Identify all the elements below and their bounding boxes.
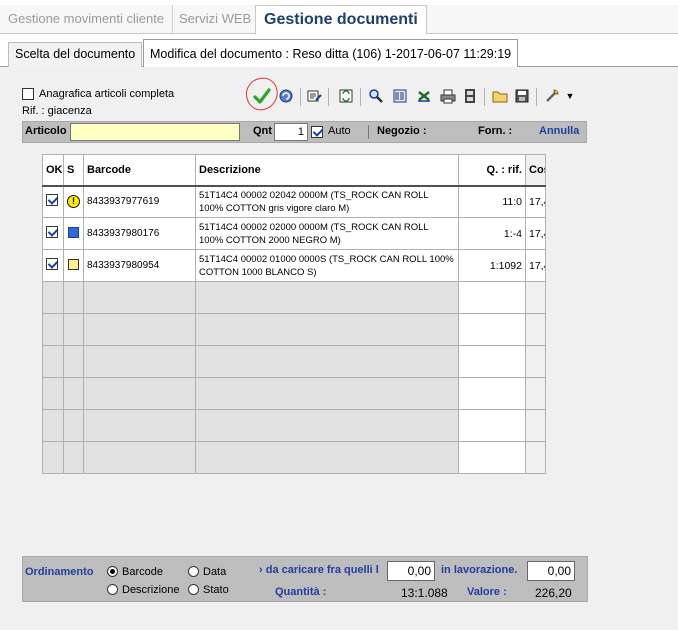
barcode-cell: 8433937980176 (83, 217, 196, 250)
quantita-label: Quantità : (275, 586, 327, 598)
top-tab-bar: Gestione movimenti cliente Servizi WEB G… (0, 5, 678, 35)
qnt-label: Qnt (253, 125, 272, 137)
col-descrizione[interactable]: Descrizione (195, 154, 459, 187)
radio-stato-label: Stato (203, 584, 229, 596)
tab-modifica-del-documento[interactable]: Modifica del documento : Reso ditta (106… (143, 39, 519, 68)
auto-label: Auto (328, 125, 351, 137)
description-cell: 51T14C4 00002 02042 0000M (TS_ROCK CAN R… (195, 185, 459, 218)
sub-tab-bar: Scelta del documento Modifica del docume… (0, 38, 678, 68)
costo-cell: 17,40 (525, 217, 546, 250)
scan-icon[interactable] (390, 86, 410, 106)
radio-data-label: Data (203, 566, 227, 578)
radio-barcode[interactable]: Barcode (107, 566, 163, 578)
valore-label: Valore : (467, 586, 507, 598)
empty-row (42, 281, 546, 314)
qrif-cell: 11:0 (458, 185, 526, 218)
anagrafica-checkbox-row[interactable]: Anagrafica articoli completa (22, 88, 174, 100)
tab-scelta-del-documento[interactable]: Scelta del documento (8, 42, 143, 67)
confirm-check-icon[interactable] (252, 86, 272, 106)
caricare-text: › da caricare fra quelli l (259, 564, 379, 576)
refresh-icon[interactable] (276, 86, 296, 106)
radio-descrizione-label: Descrizione (122, 584, 180, 596)
table-row[interactable]: ! 8433937977619 51T14C4 00002 02042 0000… (42, 185, 546, 218)
tab-gestione-documenti[interactable]: Gestione documenti (255, 5, 427, 35)
warning-icon: ! (67, 195, 80, 209)
barcode-cell: 8433937980954 (83, 249, 196, 282)
status-cell (63, 249, 84, 282)
auto-checkbox[interactable] (311, 126, 323, 138)
empty-row (42, 377, 546, 410)
toolbar: ▼ (246, 86, 586, 108)
col-ok[interactable]: OK (42, 154, 64, 187)
quantita-value: 13:1.088 (401, 586, 448, 600)
costo-cell: 17,40 (525, 249, 546, 282)
edit-icon[interactable] (304, 86, 324, 106)
empty-row (42, 441, 546, 474)
print-icon[interactable] (438, 86, 458, 106)
description-cell: 51T14C4 00002 01000 0000S (TS_ROCK CAN R… (195, 249, 459, 282)
table-row[interactable]: 8433937980954 51T14C4 00002 01000 0000S … (42, 249, 546, 282)
status-cell (63, 217, 84, 250)
barcode-cell: 8433937977619 (83, 185, 196, 218)
reload-icon[interactable] (336, 86, 356, 106)
radio-data[interactable]: Data (188, 566, 226, 578)
radio-stato[interactable]: Stato (188, 584, 229, 596)
articolo-label: Articolo (25, 125, 67, 137)
radio-barcode-label: Barcode (122, 566, 163, 578)
search-icon[interactable] (366, 86, 386, 106)
valore-value: 226,20 (535, 586, 572, 600)
empty-row (42, 345, 546, 378)
anagrafica-checkbox[interactable] (22, 88, 34, 100)
lavorazione-text: in lavorazione. (441, 564, 518, 576)
rif-label: Rif. : giacenza (22, 105, 92, 117)
description-cell: 51T14C4 00002 02000 0000M (TS_ROCK CAN R… (195, 217, 459, 250)
status-cell: ! (63, 185, 84, 218)
col-barcode[interactable]: Barcode (83, 154, 196, 187)
qrif-cell: 1:-4 (458, 217, 526, 250)
qnt-input[interactable]: 1 (274, 123, 308, 141)
radio-data-dot[interactable] (188, 566, 199, 577)
ok-checkbox[interactable] (46, 258, 58, 270)
ok-checkbox-cell[interactable] (42, 249, 64, 282)
empty-row (42, 313, 546, 346)
radio-descrizione[interactable]: Descrizione (107, 584, 179, 596)
value1-input[interactable]: 0,00 (387, 561, 435, 581)
anagrafica-label: Anagrafica articoli completa (39, 88, 175, 100)
value2-input[interactable]: 0,00 (527, 561, 575, 581)
annulla-button[interactable]: Annulla (539, 125, 579, 137)
col-qrif[interactable]: Q. : rif. (458, 154, 526, 187)
ok-checkbox[interactable] (46, 194, 58, 207)
yellow-status-icon (68, 258, 79, 270)
tools-icon[interactable] (542, 86, 562, 106)
forn-label: Forn. : (478, 125, 513, 137)
empty-row (42, 409, 546, 442)
negozio-label: Negozio : (377, 125, 427, 137)
ok-checkbox[interactable] (46, 226, 58, 238)
ok-checkbox-cell[interactable] (42, 217, 64, 250)
ok-checkbox-cell[interactable] (42, 185, 64, 218)
film-icon[interactable] (460, 86, 480, 106)
radio-descrizione-dot[interactable] (107, 584, 118, 595)
excel-icon[interactable] (414, 86, 434, 106)
col-s[interactable]: S (63, 154, 84, 187)
table-row[interactable]: 8433937980176 51T14C4 00002 02000 0000M … (42, 217, 546, 250)
ordinamento-label: Ordinamento (25, 566, 94, 578)
documents-grid: OK S Barcode Descrizione Q. : rif. Costo… (42, 154, 546, 474)
bottom-panel: Ordinamento Barcode Data Descrizione Sta… (22, 556, 588, 602)
radio-stato-dot[interactable] (188, 584, 199, 595)
articolo-bar: Articolo Qnt 1 Auto Negozio : Forn. : An… (22, 121, 587, 143)
radio-barcode-dot[interactable] (107, 566, 118, 577)
divider (368, 125, 369, 139)
save-icon[interactable] (512, 86, 532, 106)
qrif-cell: 1:1092 (458, 249, 526, 282)
tab-gestione-movimenti-cliente[interactable]: Gestione movimenti cliente (0, 5, 174, 34)
folder-icon[interactable] (490, 86, 510, 106)
dropdown-arrow-icon[interactable]: ▼ (560, 86, 580, 106)
costo-cell: 17,40 (525, 185, 546, 218)
tab-servizi-web[interactable]: Servizi WEB (171, 5, 261, 34)
col-costo[interactable]: Costo (525, 154, 546, 187)
articolo-input[interactable] (70, 123, 240, 141)
blue-status-icon (68, 226, 79, 238)
